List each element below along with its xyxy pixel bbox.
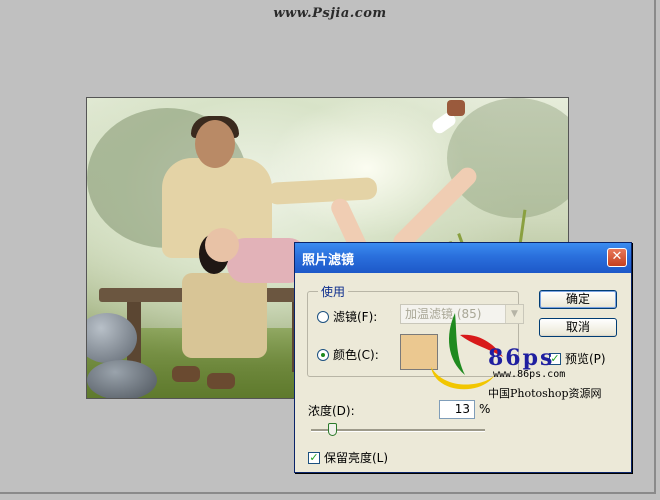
dialog-titlebar[interactable]: 照片滤镜 ✕ <box>295 243 631 273</box>
logo-caption: 中国Photoshop资源网 <box>488 387 602 400</box>
preview-option[interactable]: ✓ 预览(P) <box>549 350 606 367</box>
photo-man-head <box>195 120 235 168</box>
density-label: 浓度(D): <box>308 404 355 418</box>
preserve-luminosity-label: 保留亮度(L) <box>324 451 389 465</box>
logo-yellow-arc <box>431 367 495 390</box>
preserve-luminosity-option[interactable]: ✓ 保留亮度(L) <box>308 449 388 466</box>
density-slider-track[interactable] <box>311 429 485 432</box>
preview-label: 预览(P) <box>565 352 606 366</box>
logo-brand: 86ps <box>488 345 555 371</box>
cancel-button[interactable]: 取消 <box>539 318 617 337</box>
photo-man-pants <box>182 273 267 358</box>
color-radio[interactable] <box>317 348 329 361</box>
photo-shoe <box>172 366 200 382</box>
use-group-label: 使用 <box>318 283 349 300</box>
photo-woman-head <box>205 228 239 262</box>
photo-rock <box>87 360 157 398</box>
density-unit: % <box>479 402 491 416</box>
preserve-luminosity-checkbox[interactable]: ✓ <box>308 451 320 464</box>
dialog-title: 照片滤镜 <box>302 253 355 268</box>
color-option[interactable]: 颜色(C): <box>317 346 379 363</box>
site-watermark: www.Psjia.com <box>273 6 387 21</box>
filter-option[interactable]: 滤镜(F): <box>317 308 377 325</box>
logo-url: www.86ps.com <box>493 369 566 380</box>
close-button[interactable]: ✕ <box>607 248 627 267</box>
photo-shoe <box>447 100 465 116</box>
close-icon: ✕ <box>611 249 623 264</box>
logo-green-leaf <box>449 313 465 375</box>
color-label: 颜色(C): <box>333 348 379 362</box>
density-slider-thumb[interactable] <box>328 423 337 436</box>
filter-radio[interactable] <box>317 310 329 323</box>
ok-button[interactable]: 确定 <box>539 290 617 309</box>
filter-label: 滤镜(F): <box>333 310 378 324</box>
density-input[interactable]: 13 <box>439 400 475 419</box>
photo-shoe <box>207 373 235 389</box>
